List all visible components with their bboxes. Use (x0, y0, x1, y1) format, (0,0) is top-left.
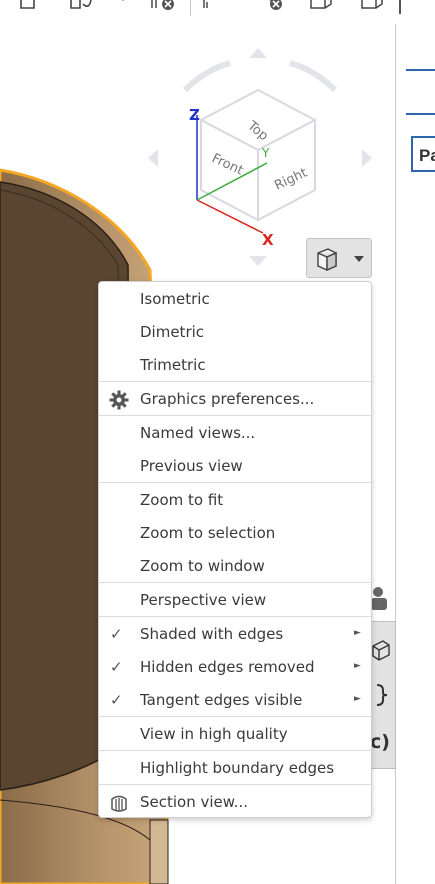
side-toolbar: c) (368, 621, 396, 769)
cube-outline-icon[interactable] (371, 638, 391, 662)
menu-item-label: Zoom to selection (140, 524, 276, 542)
axis-y-label: Y (261, 146, 270, 160)
submenu-arrow-icon: ► (354, 661, 361, 671)
menu-item-label: Highlight boundary edges (140, 759, 335, 777)
menu-item-label: Shaded with edges (140, 625, 284, 643)
menu-item-dimetric[interactable]: Dimetric (99, 316, 371, 349)
menu-item-label: Isometric (140, 290, 210, 308)
axis-x-label: X (262, 231, 274, 249)
menu-separator (99, 415, 371, 416)
menu-item-view-in-high-quality[interactable]: View in high quality (99, 718, 371, 751)
menu-item-tangent-edges-visible[interactable]: ✓ Tangent edges visible ► (99, 684, 371, 717)
toolbar (0, 0, 435, 24)
menu-item-label: Perspective view (140, 591, 267, 609)
axis-z-label: Z (189, 106, 200, 124)
checkmark-icon: ✓ (110, 658, 123, 676)
chevron-down-icon (354, 256, 364, 262)
menu-item-label: Zoom to window (140, 557, 265, 575)
delete-face-icon[interactable] (150, 0, 176, 14)
checkmark-icon: ✓ (110, 625, 123, 643)
menu-separator (99, 750, 371, 751)
menu-item-named-views[interactable]: Named views... (99, 417, 371, 450)
menu-item-zoom-to-selection[interactable]: Zoom to selection (99, 517, 371, 550)
menu-item-label: Graphics preferences... (140, 390, 315, 408)
view-options-button[interactable] (306, 238, 372, 278)
menu-item-label: Zoom to fit (140, 491, 224, 509)
boolean-icon[interactable] (307, 0, 333, 14)
rotate-left-arrow-icon[interactable] (148, 149, 158, 167)
panel-divider (406, 113, 435, 115)
menu-item-highlight-boundary-edges[interactable]: Highlight boundary edges (99, 752, 371, 785)
menu-item-label: Dimetric (140, 323, 205, 341)
menu-separator (99, 381, 371, 382)
submenu-arrow-icon: ► (354, 628, 361, 638)
menu-item-trimetric[interactable]: Trimetric (99, 349, 371, 382)
extrude-icon[interactable] (18, 0, 44, 14)
more-icon[interactable] (399, 0, 401, 14)
shell-icon[interactable] (358, 0, 384, 14)
menu-item-shaded-with-edges[interactable]: ✓ Shaded with edges ► (99, 618, 371, 651)
menu-separator (99, 616, 371, 617)
menu-item-label: Hidden edges removed (140, 658, 315, 676)
rotate-down-arrow-icon[interactable] (249, 256, 267, 266)
menu-item-previous-view[interactable]: Previous view (99, 450, 371, 483)
menu-item-label: Previous view (140, 457, 243, 475)
rotate-up-arrow-icon[interactable] (249, 48, 267, 58)
rotate-right-arrow-icon[interactable] (362, 149, 372, 167)
variable-brace-icon[interactable] (371, 682, 391, 708)
right-panel: Pa (395, 24, 435, 884)
submenu-arrow-icon: ► (354, 694, 361, 704)
menu-item-label: View in high quality (140, 725, 288, 743)
menu-item-section-view[interactable]: Section view... (99, 786, 371, 819)
menu-item-zoom-to-fit[interactable]: Zoom to fit (99, 484, 371, 517)
menu-item-label: Trimetric (140, 356, 206, 374)
toolbar-separator (190, 0, 191, 16)
menu-item-label: Tangent edges visible (140, 691, 303, 709)
menu-item-label: Section view... (140, 793, 248, 811)
menu-separator (99, 482, 371, 483)
menu-item-isometric[interactable]: Isometric (99, 283, 371, 316)
menu-separator (99, 716, 371, 717)
custom-feature-label[interactable]: c) (370, 731, 390, 753)
menu-separator (99, 582, 371, 583)
menu-item-label: Named views... (140, 424, 256, 442)
panel-input-field[interactable]: Pa (411, 136, 435, 172)
menu-item-perspective-view[interactable]: Perspective view (99, 584, 371, 617)
gear-icon (109, 390, 129, 410)
menu-item-hidden-edges-removed[interactable]: ✓ Hidden edges removed ► (99, 651, 371, 684)
view-options-menu: Isometric Dimetric Trimetric Graphics pr… (98, 281, 372, 818)
checkmark-icon: ✓ (110, 691, 123, 709)
panel-tab-underline (406, 69, 435, 71)
fillet-icon[interactable] (201, 0, 227, 14)
revolve-icon[interactable] (68, 0, 94, 14)
rotate-ccw-arrow-icon[interactable] (182, 60, 231, 93)
cube-view-icon (317, 248, 337, 272)
menu-item-zoom-to-window[interactable]: Zoom to window (99, 550, 371, 583)
menu-item-graphics-preferences[interactable]: Graphics preferences... (99, 383, 371, 416)
dropdown-caret-icon[interactable] (113, 0, 139, 14)
rotate-cw-arrow-icon[interactable] (289, 60, 338, 93)
menu-separator (99, 784, 371, 785)
delete-edge-icon[interactable] (262, 0, 288, 14)
section-view-icon (111, 795, 127, 812)
